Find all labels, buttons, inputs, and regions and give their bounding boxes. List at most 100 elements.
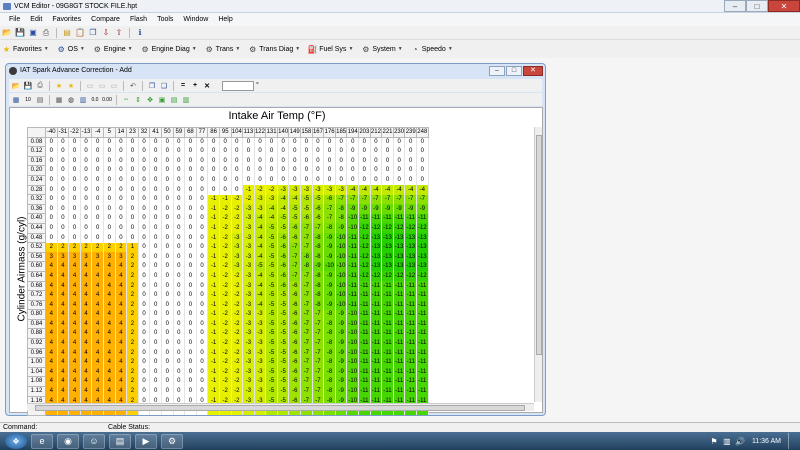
table-cell[interactable]: 0 bbox=[184, 357, 197, 368]
table-cell[interactable]: -2 bbox=[231, 223, 244, 234]
undo-icon[interactable]: ↶ bbox=[128, 81, 138, 91]
table-cell[interactable]: -4 bbox=[277, 204, 290, 214]
table-cell[interactable]: 4 bbox=[45, 386, 58, 397]
table-cell[interactable]: -9 bbox=[323, 300, 336, 310]
table-cell[interactable]: -1 bbox=[207, 233, 220, 243]
table-cell[interactable]: -7 bbox=[312, 309, 325, 320]
table-cell[interactable]: -7 bbox=[312, 367, 325, 377]
table-cell[interactable]: -7 bbox=[335, 194, 348, 205]
table-cell[interactable]: 0 bbox=[149, 261, 162, 272]
table-cell[interactable]: 0 bbox=[161, 338, 174, 349]
table-cell[interactable]: -10 bbox=[335, 242, 348, 253]
favorite-icon[interactable]: ★ bbox=[66, 81, 76, 91]
table-cell[interactable]: 2 bbox=[126, 290, 139, 301]
table-cell[interactable]: 0 bbox=[149, 348, 162, 358]
table-cell[interactable]: 0 bbox=[346, 175, 360, 186]
table-cell[interactable]: 2 bbox=[126, 271, 139, 281]
column-header[interactable]: 14 bbox=[114, 127, 128, 138]
table-cell[interactable]: -11 bbox=[381, 328, 394, 339]
table-cell[interactable]: 0 bbox=[161, 252, 174, 262]
table-cell[interactable]: -9 bbox=[335, 338, 348, 349]
table-cell[interactable]: 0 bbox=[138, 376, 151, 387]
table-cell[interactable]: 0 bbox=[196, 137, 209, 147]
table-cell[interactable]: -11 bbox=[370, 376, 383, 387]
column-header[interactable]: 248 bbox=[416, 127, 429, 138]
table-cell[interactable]: 4 bbox=[68, 386, 81, 397]
table-cell[interactable]: 0 bbox=[138, 319, 151, 329]
table-cell[interactable]: 0 bbox=[184, 175, 197, 186]
table-cell[interactable]: 0 bbox=[149, 233, 162, 243]
table-cell[interactable]: -11 bbox=[370, 357, 383, 368]
table-cell[interactable]: -11 bbox=[404, 328, 417, 339]
table-cell[interactable]: -7 bbox=[288, 242, 302, 253]
table-cell[interactable]: 0 bbox=[149, 386, 162, 397]
table-cell[interactable]: 0 bbox=[80, 146, 93, 157]
table-cell[interactable]: -11 bbox=[370, 213, 383, 224]
table-cell[interactable]: -2 bbox=[219, 348, 232, 358]
table-cell[interactable]: -5 bbox=[277, 328, 290, 339]
table-cell[interactable]: -3 bbox=[242, 213, 255, 224]
table-cell[interactable]: 0 bbox=[57, 233, 70, 243]
table-cell[interactable]: 0 bbox=[161, 300, 174, 310]
table-cell[interactable]: -11 bbox=[346, 300, 360, 310]
table-cell[interactable]: 0 bbox=[393, 137, 406, 147]
table-cell[interactable]: 0 bbox=[103, 146, 116, 157]
table-cell[interactable]: -7 bbox=[300, 233, 313, 243]
table-cell[interactable]: -10 bbox=[346, 223, 360, 234]
table-cell[interactable]: -13 bbox=[416, 252, 429, 262]
table-cell[interactable]: 0 bbox=[103, 233, 116, 243]
table-cell[interactable]: -11 bbox=[370, 300, 383, 310]
table-cell[interactable]: -8 bbox=[323, 328, 336, 339]
table-cell[interactable]: 0 bbox=[115, 194, 128, 205]
table-cell[interactable]: 0 bbox=[207, 137, 220, 147]
table-cell[interactable]: -4 bbox=[265, 204, 278, 214]
table-cell[interactable]: -9 bbox=[370, 204, 383, 214]
row-header[interactable]: 1.12 bbox=[27, 386, 46, 397]
table-cell[interactable]: -11 bbox=[393, 376, 406, 387]
table-cell[interactable]: -1 bbox=[207, 290, 220, 301]
table-cell[interactable]: -1 bbox=[207, 223, 220, 234]
table-cell[interactable]: -6 bbox=[312, 204, 325, 214]
table-cell[interactable]: 0 bbox=[45, 223, 58, 234]
nav-engine-diag[interactable]: ⚙ Engine Diag ▼ bbox=[141, 45, 205, 54]
table-cell[interactable]: -9 bbox=[323, 242, 336, 253]
table-cell[interactable]: 3 bbox=[45, 252, 58, 262]
table-cell[interactable]: -4 bbox=[265, 213, 278, 224]
table-cell[interactable]: 0 bbox=[161, 386, 174, 397]
table-cell[interactable]: -11 bbox=[416, 348, 429, 358]
table-cell[interactable]: -6 bbox=[277, 252, 290, 262]
table-cell[interactable]: 0 bbox=[161, 233, 174, 243]
table-cell[interactable]: 0 bbox=[393, 175, 406, 186]
table-cell[interactable]: 0 bbox=[184, 319, 197, 329]
table-cell[interactable]: -7 bbox=[300, 242, 313, 253]
table-cell[interactable]: -9 bbox=[323, 271, 336, 281]
table-cell[interactable]: -11 bbox=[393, 319, 406, 329]
table-cell[interactable]: -3 bbox=[254, 348, 267, 358]
column-header[interactable]: 59 bbox=[172, 127, 186, 138]
table-cell[interactable]: -3 bbox=[242, 386, 255, 397]
open-icon[interactable]: 📂 bbox=[11, 81, 21, 91]
table-cell[interactable]: 0 bbox=[173, 194, 186, 205]
table-cell[interactable]: 0 bbox=[173, 290, 186, 301]
table-cell[interactable]: 0 bbox=[288, 156, 302, 166]
table-cell[interactable]: 0 bbox=[161, 137, 174, 147]
table-cell[interactable]: -13 bbox=[393, 242, 406, 253]
table-cell[interactable]: 4 bbox=[57, 309, 70, 320]
table-cell[interactable]: -7 bbox=[288, 271, 302, 281]
table-cell[interactable]: 0 bbox=[161, 271, 174, 281]
table-cell[interactable]: -2 bbox=[231, 367, 244, 377]
table-cell[interactable]: -7 bbox=[312, 348, 325, 358]
table-cell[interactable]: 4 bbox=[115, 386, 128, 397]
table-cell[interactable]: 4 bbox=[57, 281, 70, 291]
column-header[interactable]: 122 bbox=[253, 127, 267, 138]
row-header[interactable]: 0.72 bbox=[27, 290, 46, 301]
table-cell[interactable]: -11 bbox=[358, 328, 371, 339]
table-cell[interactable]: -1 bbox=[207, 261, 220, 272]
table-cell[interactable]: 0 bbox=[57, 213, 70, 224]
table-cell[interactable]: -11 bbox=[416, 367, 429, 377]
table-cell[interactable]: -4 bbox=[358, 185, 371, 195]
table-cell[interactable]: -7 bbox=[312, 376, 325, 387]
child-maximize-button[interactable]: □ bbox=[506, 66, 522, 76]
paste-table-icon[interactable]: ❑ bbox=[159, 81, 169, 91]
menu-edit[interactable]: Edit bbox=[25, 16, 47, 23]
